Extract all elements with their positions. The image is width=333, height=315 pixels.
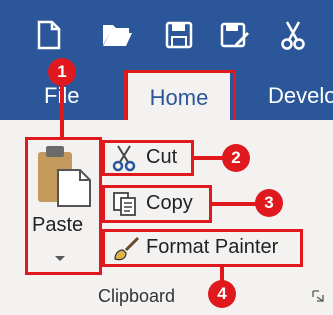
badge-one-leader [60,84,64,139]
cut-icon[interactable] [276,18,310,52]
home-tab-highlight [124,70,236,126]
badge-three-leader [211,202,256,206]
new-document-icon[interactable] [32,18,66,52]
badge-two-leader [193,156,223,160]
copy-highlight [102,185,212,223]
step-badge-2: 2 [222,144,250,172]
cut-highlight [102,140,194,176]
save-icon[interactable] [162,18,196,52]
paste-highlight [25,137,102,275]
step-badge-3: 3 [255,189,283,217]
save-as-icon[interactable] [218,18,252,52]
step-badge-1: 1 [48,58,76,86]
open-folder-icon[interactable] [100,18,134,52]
format-painter-highlight [102,229,303,267]
tab-developer[interactable]: Develo [268,74,333,118]
clipboard-group-label: Clipboard [98,286,176,306]
step-badge-4: 4 [208,280,236,308]
dialog-launcher-icon[interactable] [312,289,324,302]
